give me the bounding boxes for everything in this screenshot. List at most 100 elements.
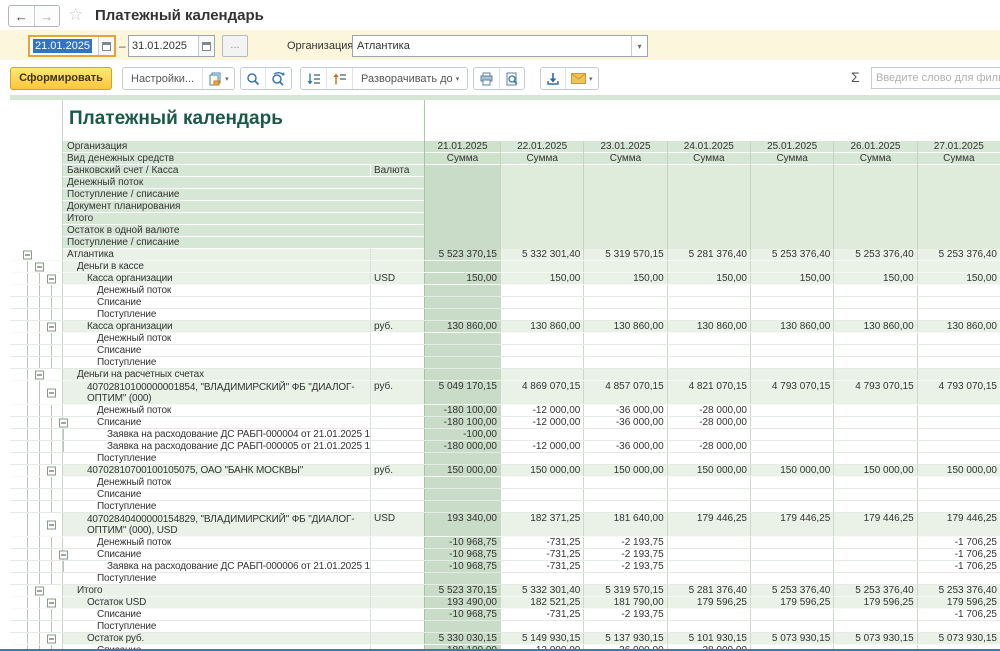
table-row: Списание xyxy=(10,489,1000,501)
collapse-marker[interactable] xyxy=(47,322,56,331)
tree-guide-line xyxy=(51,405,52,416)
date-from-input[interactable]: 21.01.2025 xyxy=(28,35,116,57)
search-button[interactable] xyxy=(241,68,265,89)
cell-value xyxy=(833,309,916,320)
tree-guide-line xyxy=(27,513,28,536)
tree-guide-line xyxy=(39,309,40,320)
cell-value xyxy=(424,573,500,584)
print-preview-button[interactable] xyxy=(499,68,524,89)
tree-guide-line xyxy=(39,297,40,308)
report-variants-icon xyxy=(208,72,222,86)
currency-cell xyxy=(370,249,424,260)
currency-cell xyxy=(370,405,424,416)
currency-cell xyxy=(370,561,424,572)
search-next-button[interactable] xyxy=(265,68,291,89)
cell-value: -731,25 xyxy=(500,561,583,572)
back-button[interactable]: ← xyxy=(9,6,35,26)
cell-value: 5 253 376,40 xyxy=(833,585,916,596)
row-label: Поступление xyxy=(62,309,370,320)
date-to-input[interactable]: 31.01.2025 xyxy=(128,35,215,57)
filter-input[interactable] xyxy=(871,67,1000,89)
collapse-rows-button[interactable] xyxy=(326,68,352,89)
cell-value: 130 860,00 xyxy=(917,321,1000,332)
favorite-star-icon[interactable]: ☆ xyxy=(68,5,83,25)
row-label: Поступление xyxy=(62,453,370,464)
cell-value: -1 706,25 xyxy=(917,537,1000,548)
tree-cell xyxy=(10,429,62,440)
currency-cell: руб. xyxy=(370,465,424,476)
nav-group: ← → xyxy=(8,5,60,27)
collapse-marker[interactable] xyxy=(47,388,56,397)
report-title-row: Платежный календарь xyxy=(10,100,1000,141)
cell-value xyxy=(917,297,1000,308)
cell-value: 179 596,25 xyxy=(833,597,916,608)
cell-value xyxy=(833,441,916,452)
cell-value xyxy=(424,285,500,296)
sigma-icon[interactable]: Σ xyxy=(851,69,860,85)
export-group: ▾ xyxy=(540,67,599,90)
cell-value xyxy=(833,405,916,416)
minus-icon xyxy=(49,470,54,471)
tree-guide-line xyxy=(27,621,28,632)
collapse-marker[interactable] xyxy=(35,262,44,271)
report-toolbar: Сформировать Настройки... ▾ xyxy=(0,60,1000,95)
print-button[interactable] xyxy=(474,68,499,89)
cell-value xyxy=(917,645,1000,651)
currency-cell: USD xyxy=(370,273,424,284)
expand-to-button[interactable]: Разворачивать до ▾ xyxy=(352,68,467,89)
currency-cell xyxy=(370,453,424,464)
cell-value: 181 790,00 xyxy=(583,597,666,608)
collapse-marker[interactable] xyxy=(23,250,32,259)
period-more-button[interactable]: ... xyxy=(222,35,248,57)
organization-dropdown-button[interactable]: ▾ xyxy=(631,36,647,56)
header-filler xyxy=(834,165,916,249)
collapse-marker[interactable] xyxy=(47,634,56,643)
cell-value: 150,00 xyxy=(583,273,666,284)
amount-header: Сумма xyxy=(918,153,1000,165)
save-button[interactable] xyxy=(541,68,565,89)
calendar-button-from[interactable] xyxy=(98,37,114,55)
cell-value: 150 000,00 xyxy=(833,465,916,476)
cell-value: -36 000,00 xyxy=(583,417,666,428)
tree-cell xyxy=(10,261,62,272)
collapse-marker[interactable] xyxy=(59,550,68,559)
table-row: Списание xyxy=(10,345,1000,357)
collapse-marker[interactable] xyxy=(59,418,68,427)
top-bar: ← → ☆ Платежный календарь xyxy=(0,0,1000,30)
forward-button[interactable]: → xyxy=(35,6,60,26)
settings-button[interactable]: Настройки... xyxy=(123,68,202,89)
collapse-marker[interactable] xyxy=(35,370,44,379)
date-column: 24.01.2025Сумма xyxy=(667,141,750,249)
tree-guide-line xyxy=(39,405,40,416)
send-mail-button[interactable]: ▾ xyxy=(565,68,598,89)
table-row: Поступление xyxy=(10,453,1000,465)
cell-value xyxy=(500,369,583,380)
collapse-marker[interactable] xyxy=(47,274,56,283)
report-variants-button[interactable]: ▾ xyxy=(202,68,234,89)
cell-value xyxy=(667,501,750,512)
row-label: Деньги на расчетных счетах xyxy=(62,369,370,380)
tree-guide-line xyxy=(39,621,40,632)
header-label: Банковский счет / Касса xyxy=(63,165,370,176)
currency-cell xyxy=(370,573,424,584)
generate-button[interactable]: Сформировать xyxy=(10,67,112,90)
tree-guide-line xyxy=(51,285,52,296)
tree-guide-line xyxy=(27,321,28,332)
cell-value xyxy=(583,453,666,464)
tree-cell xyxy=(10,357,62,368)
tree-guide-line xyxy=(27,609,28,620)
row-label: Списание xyxy=(62,549,370,560)
tree-cell xyxy=(10,285,62,296)
collapse-marker[interactable] xyxy=(35,586,44,595)
cell-value xyxy=(424,297,500,308)
tree-guide-line xyxy=(51,345,52,356)
collapse-marker[interactable] xyxy=(47,520,56,529)
calendar-button-to[interactable] xyxy=(198,36,214,56)
collapse-marker[interactable] xyxy=(47,598,56,607)
collapse-marker[interactable] xyxy=(47,466,56,475)
organization-input[interactable]: Атлантика ▾ xyxy=(352,35,648,57)
cell-value xyxy=(917,417,1000,428)
row-label: Денежный поток xyxy=(62,477,370,488)
expand-rows-button[interactable] xyxy=(301,68,326,89)
cell-value xyxy=(667,345,750,356)
